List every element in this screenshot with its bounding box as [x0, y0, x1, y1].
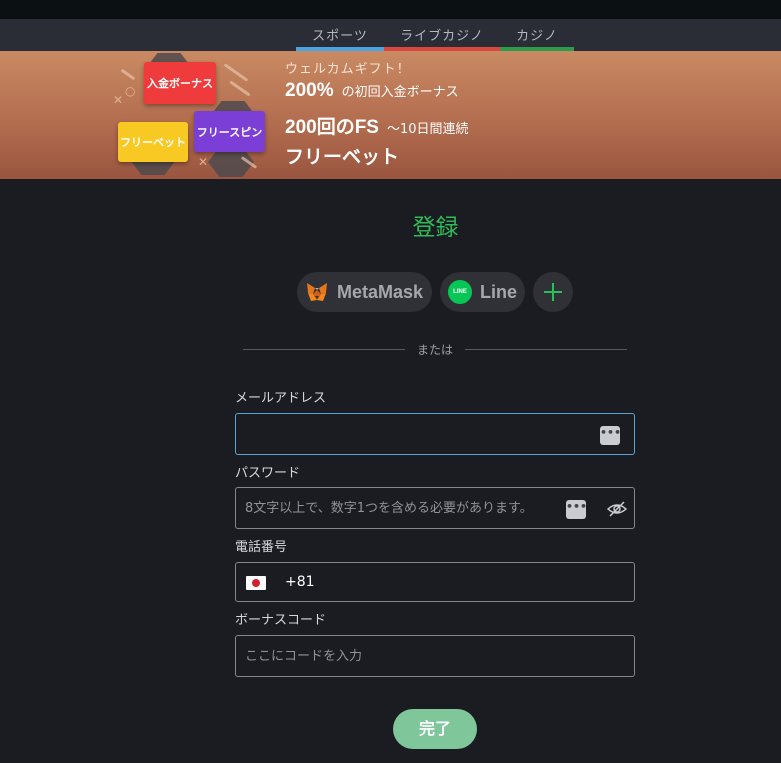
password-manager-icon[interactable]: •••: [566, 500, 587, 519]
phone-label: 電話番号: [235, 540, 288, 555]
plus-icon: [544, 283, 562, 301]
banner-free-spins-offer: 200回のFS 〜10日間連続: [285, 117, 469, 138]
circle-decoration: ○: [125, 84, 136, 98]
banner-deposit-offer: 200% の初回入金ボーナス: [285, 80, 459, 101]
banner-free-bet-offer: フリーベット: [285, 147, 400, 168]
email-field-wrapper: •••: [235, 413, 635, 455]
metamask-login-button[interactable]: MetaMask: [297, 272, 432, 312]
password-manager-icon[interactable]: •••: [600, 426, 621, 445]
tab-casino[interactable]: カジノ: [500, 19, 574, 51]
metamask-fox-icon: [307, 283, 327, 301]
phone-field-wrapper: +81: [235, 562, 635, 602]
x-decoration: ✕: [198, 155, 209, 169]
banner-headline: ウェルカムギフト！: [285, 62, 411, 77]
free-bet-tag: フリーベット: [118, 122, 188, 162]
password-label: パスワード: [235, 466, 301, 481]
line-app-icon: LINE: [448, 280, 472, 304]
phone-field[interactable]: [236, 563, 634, 601]
banner-illustration: ✕ ○ ✕ 入金ボーナス フリーベット フリースピン: [110, 51, 270, 179]
divider-line: [465, 349, 627, 350]
welcome-banner[interactable]: ✕ ○ ✕ 入金ボーナス フリーベット フリースピン ウェルカムギフト！ 200…: [0, 51, 781, 179]
bonus-code-field-wrapper: [235, 635, 635, 677]
email-field[interactable]: [236, 414, 634, 454]
tab-live-casino[interactable]: ライブカジノ: [384, 19, 500, 51]
submit-button[interactable]: 完了: [393, 709, 477, 749]
more-login-options-button[interactable]: [533, 272, 573, 312]
top-bar: [0, 0, 781, 19]
dash-decoration: [229, 80, 251, 97]
category-tabs: スポーツ ライブカジノ カジノ: [0, 19, 781, 51]
line-label: Line: [480, 282, 518, 302]
free-spin-tag: フリースピン: [194, 111, 265, 152]
or-text: または: [416, 343, 453, 357]
dash-decoration: [120, 68, 136, 81]
x-decoration: ✕: [113, 93, 124, 107]
password-field-wrapper: •••: [235, 487, 635, 529]
divider-line: [243, 349, 405, 350]
bonus-code-label: ボーナスコード: [235, 613, 327, 628]
dash-decoration: [223, 63, 249, 82]
page-title: 登録: [412, 215, 459, 241]
deposit-bonus-tag: 入金ボーナス: [144, 62, 216, 104]
bonus-code-field[interactable]: [236, 636, 634, 676]
email-label: メールアドレス: [235, 391, 327, 406]
metamask-label: MetaMask: [337, 282, 424, 302]
line-login-button[interactable]: LINE Line: [440, 272, 525, 312]
tab-sports[interactable]: スポーツ: [296, 19, 384, 51]
or-divider: または: [243, 340, 627, 360]
eye-off-icon[interactable]: [606, 499, 628, 519]
